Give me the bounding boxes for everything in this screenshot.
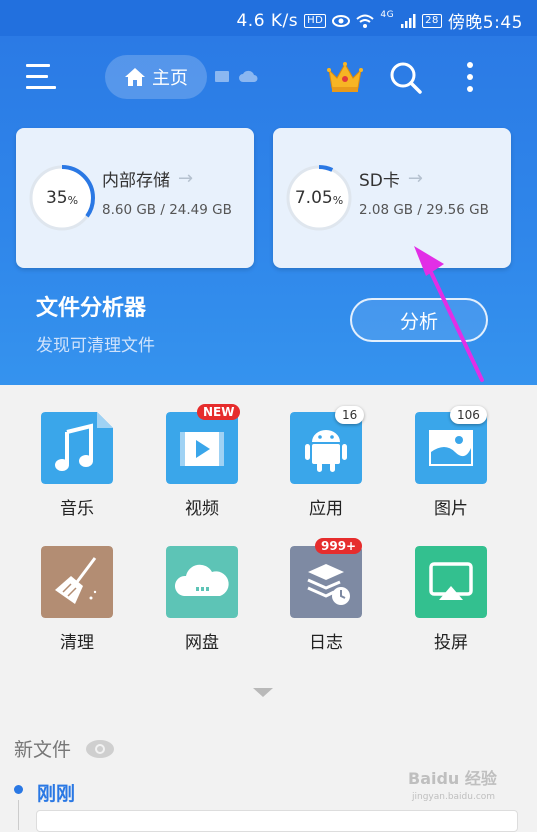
storage-title: 内部存储 → — [102, 168, 194, 191]
card-icon[interactable] — [214, 69, 230, 83]
recent-files-title: 新文件 — [14, 739, 72, 761]
timeline-line — [18, 800, 19, 830]
category-label: 清理 — [60, 633, 94, 653]
eye-icon — [332, 14, 351, 27]
cloud-icon[interactable] — [238, 69, 258, 83]
usage-percent: 7.05% — [294, 188, 344, 208]
music-icon — [41, 412, 113, 484]
count-badge: 106 — [450, 406, 487, 424]
timeline-group-label: 刚刚 — [37, 783, 76, 805]
breadcrumb — [214, 69, 258, 83]
count-badge: 16 — [335, 406, 365, 424]
search-icon[interactable] — [388, 60, 424, 96]
storage-size: 2.08 GB / 29.56 GB — [359, 202, 489, 218]
wifi-icon — [356, 14, 375, 28]
watermark-url: jingyan.baidu.com — [412, 792, 496, 802]
clock: 傍晚5:45 — [447, 13, 523, 33]
watermark-brand: Baidu 经验 — [408, 769, 497, 788]
hd-icon: HD — [304, 13, 327, 28]
storage-title: SD卡 → — [359, 168, 423, 191]
arrow-right-icon: → — [407, 168, 423, 189]
count-badge: 999+ — [315, 538, 363, 554]
category-label: 网盘 — [185, 633, 219, 653]
home-tab[interactable]: 主页 — [105, 55, 207, 99]
recent-file-card[interactable] — [36, 810, 518, 832]
home-label: 主页 — [152, 68, 188, 89]
cast-icon — [415, 546, 487, 618]
log-icon — [290, 546, 362, 618]
category-label: 视频 — [185, 499, 219, 519]
analyzer-subtitle: 发现可清理文件 — [36, 336, 155, 356]
analyzer-title: 文件分析器 — [36, 296, 147, 321]
crown-icon[interactable] — [325, 58, 365, 94]
battery-icon: 28 — [422, 13, 442, 28]
category-label: 日志 — [309, 633, 343, 653]
category-label: 图片 — [434, 499, 468, 519]
usage-percent: 35% — [45, 188, 79, 208]
category-label: 应用 — [309, 499, 343, 519]
signal-icon — [401, 13, 416, 28]
network-type: 4G — [380, 9, 395, 20]
broom-icon — [41, 546, 113, 618]
timeline-dot — [14, 785, 23, 794]
cloud-drive-icon — [166, 546, 238, 618]
category-label: 音乐 — [60, 499, 94, 519]
recent-files-header: 新文件 — [14, 735, 115, 762]
video-icon — [166, 412, 238, 484]
annotation-arrow — [414, 246, 484, 382]
home-icon — [125, 68, 145, 86]
expand-chevron-icon[interactable] — [253, 688, 273, 697]
category-label: 投屏 — [434, 633, 468, 653]
storage-size: 8.60 GB / 24.49 GB — [102, 202, 232, 218]
status-bar: 4.6 K/s HD 4G 28 傍晚5:45 — [0, 0, 537, 36]
network-speed: 4.6 K/s — [236, 10, 299, 31]
eye-icon[interactable] — [85, 739, 115, 759]
arrow-right-icon: → — [178, 168, 194, 189]
menu-icon[interactable] — [26, 64, 56, 90]
top-toolbar: 主页 — [0, 44, 537, 108]
new-badge: NEW — [197, 404, 241, 420]
internal-storage-card[interactable]: 35% 内部存储 → 8.60 GB / 24.49 GB — [16, 128, 254, 268]
more-options-icon[interactable] — [460, 60, 480, 96]
